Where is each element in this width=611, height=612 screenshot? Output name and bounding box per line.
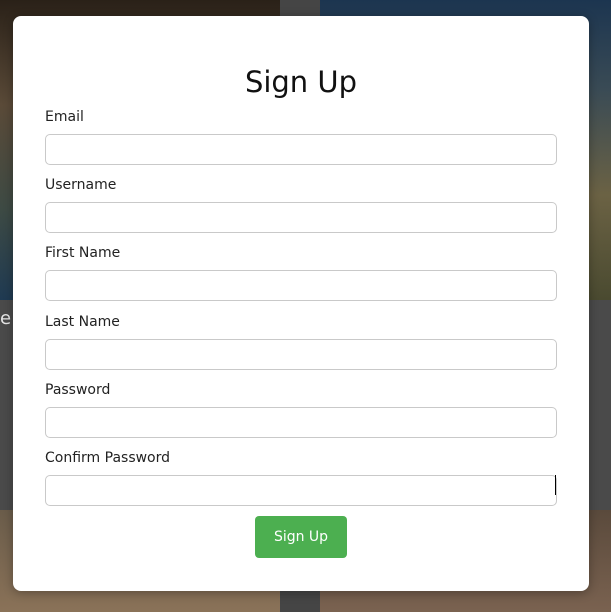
signup-modal: Sign Up Email Username First Name Last N…: [13, 16, 589, 591]
background-card-text: e: [0, 308, 12, 329]
last-name-label: Last Name: [45, 314, 120, 330]
username-label: Username: [45, 177, 117, 193]
text-cursor: [555, 475, 556, 495]
first-name-label: First Name: [45, 245, 121, 261]
first-name-field[interactable]: [45, 270, 557, 301]
password-label: Password: [45, 382, 111, 398]
username-field[interactable]: [45, 202, 557, 233]
sign-up-button[interactable]: Sign Up: [255, 516, 347, 558]
password-field[interactable]: [45, 407, 557, 438]
confirm-password-label: Confirm Password: [45, 450, 171, 466]
email-field[interactable]: [45, 134, 557, 165]
last-name-field[interactable]: [45, 339, 557, 370]
email-label: Email: [45, 109, 84, 125]
modal-title: Sign Up: [244, 65, 358, 99]
confirm-password-field[interactable]: [45, 475, 557, 506]
